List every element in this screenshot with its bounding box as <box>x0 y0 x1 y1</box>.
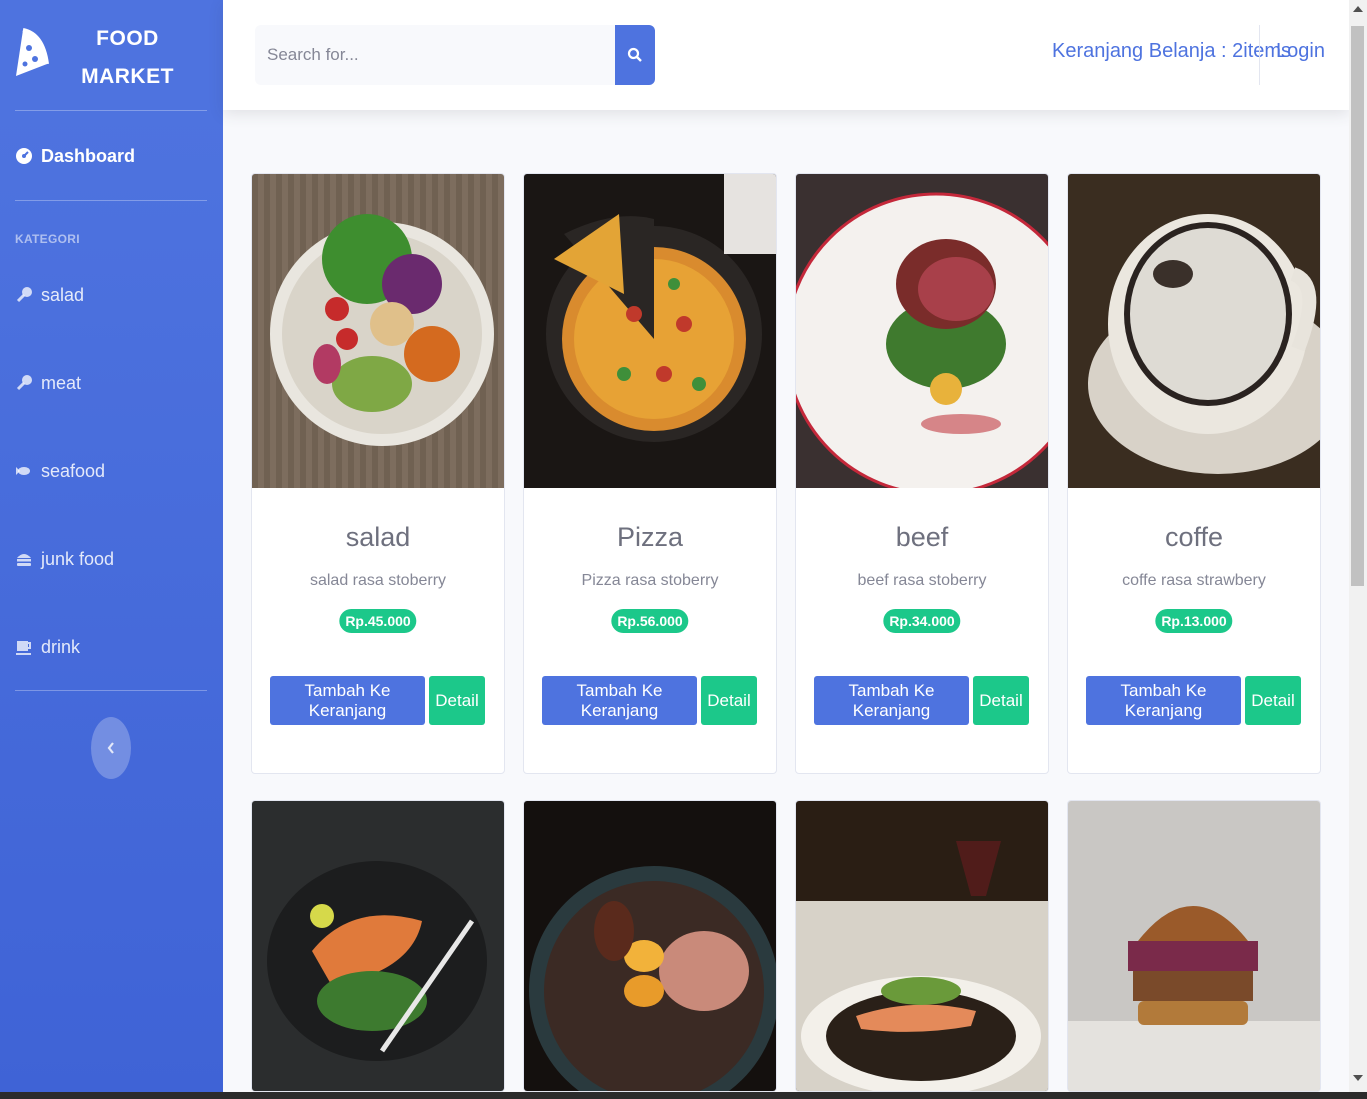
product-card-salad: salad salad rasa stoberry Rp.45.000 Tamb… <box>251 173 505 774</box>
sidebar-item-junk-food[interactable]: junk food <box>15 544 114 574</box>
tachometer-icon <box>16 148 32 164</box>
scrollbar-thumb[interactable] <box>1351 26 1364 586</box>
product-card-pizza: Pizza Pizza rasa stoberry Rp.56.000 Tamb… <box>523 173 777 774</box>
sidebar-item-dashboard[interactable]: Dashboard <box>15 141 135 171</box>
product-description: Pizza rasa stoberry <box>581 572 719 589</box>
topbar-divider <box>1259 25 1260 85</box>
product-card <box>795 800 1049 1092</box>
product-name: beef <box>895 522 949 552</box>
sidebar: FOOD MARKET Dashboard KATEGORI salad mea… <box>0 0 223 1092</box>
product-card <box>251 800 505 1092</box>
add-to-cart-button[interactable]: Tambah Ke Keranjang <box>1086 676 1241 725</box>
sidebar-item-label: seafood <box>41 460 106 481</box>
cart-link[interactable]: Keranjang Belanja : 2items <box>1052 40 1291 63</box>
product-card-coffe: coffe coffe rasa strawbery Rp.13.000 Tam… <box>1067 173 1321 774</box>
product-name: Pizza <box>616 522 684 552</box>
product-image-ramen[interactable] <box>524 801 776 1092</box>
price-badge: Rp.34.000 <box>883 609 961 633</box>
product-description: salad rasa stoberry <box>309 572 447 589</box>
product-description: beef rasa stoberry <box>857 572 987 589</box>
search-button[interactable] <box>615 25 655 85</box>
sidebar-toggle-button[interactable] <box>91 717 131 779</box>
add-to-cart-button[interactable]: Tambah Ke Keranjang <box>542 676 697 725</box>
topbar: Keranjang Belanja : 2items Login <box>223 0 1349 110</box>
brand-line-2: MARKET <box>81 65 174 88</box>
sidebar-divider <box>15 200 207 201</box>
scroll-up-arrow-icon[interactable] <box>1353 6 1363 12</box>
add-to-cart-button[interactable]: Tambah Ke Keranjang <box>814 676 969 725</box>
sidebar-item-drink[interactable]: drink <box>15 632 80 662</box>
login-link[interactable]: Login <box>1276 40 1325 63</box>
detail-button[interactable]: Detail <box>1245 676 1301 725</box>
product-card <box>1067 800 1321 1092</box>
price-badge: Rp.56.000 <box>611 609 689 633</box>
product-image-fish[interactable] <box>796 801 1048 1092</box>
scroll-down-arrow-icon[interactable] <box>1353 1075 1363 1081</box>
product-image-beef[interactable] <box>796 174 1048 488</box>
product-image-coffe[interactable] <box>1068 174 1320 488</box>
price-badge: Rp.45.000 <box>339 609 417 633</box>
window-bottom-edge <box>0 1092 1367 1099</box>
search-group <box>255 25 655 85</box>
price-badge: Rp.13.000 <box>1155 609 1233 633</box>
product-card-beef: beef beef rasa stoberry Rp.34.000 Tambah… <box>795 173 1049 774</box>
sidebar-heading: KATEGORI <box>15 232 80 246</box>
sidebar-item-label: drink <box>41 636 81 657</box>
hamburger-icon <box>17 554 31 566</box>
drumstick-icon <box>16 287 32 303</box>
detail-button[interactable]: Detail <box>701 676 757 725</box>
detail-button[interactable]: Detail <box>973 676 1029 725</box>
brand[interactable]: FOOD MARKET <box>0 0 223 110</box>
product-description: coffe rasa strawbery <box>1122 572 1266 589</box>
add-to-cart-button[interactable]: Tambah Ke Keranjang <box>270 676 425 725</box>
brand-line-1: FOOD <box>96 27 159 50</box>
detail-button[interactable]: Detail <box>429 676 485 725</box>
sidebar-item-meat[interactable]: meat <box>15 368 81 398</box>
sidebar-divider <box>15 110 207 111</box>
sidebar-item-label: Dashboard <box>41 145 136 166</box>
product-name: salad <box>345 522 411 552</box>
sidebar-item-label: junk food <box>41 548 115 569</box>
product-image-salmon[interactable] <box>252 801 504 1092</box>
sidebar-item-salad[interactable]: salad <box>15 280 84 310</box>
search-icon <box>627 47 642 62</box>
product-image-burger[interactable] <box>1068 801 1320 1092</box>
brand-name: FOOD MARKET <box>80 20 175 96</box>
mug-icon <box>16 641 31 655</box>
chevron-left-icon <box>107 742 114 754</box>
page-scrollbar[interactable] <box>1349 0 1367 1092</box>
product-image-salad[interactable] <box>252 174 504 488</box>
sidebar-item-seafood[interactable]: seafood <box>15 456 105 486</box>
product-image-pizza[interactable] <box>524 174 776 488</box>
product-card <box>523 800 777 1092</box>
sidebar-divider <box>15 690 207 691</box>
pizza-slice-icon <box>16 28 49 76</box>
sidebar-item-label: meat <box>41 372 82 393</box>
drumstick-icon <box>16 375 32 391</box>
search-input[interactable] <box>255 25 615 85</box>
sidebar-item-label: salad <box>41 284 85 305</box>
product-name: coffe <box>1164 522 1224 552</box>
fish-icon <box>16 467 30 475</box>
